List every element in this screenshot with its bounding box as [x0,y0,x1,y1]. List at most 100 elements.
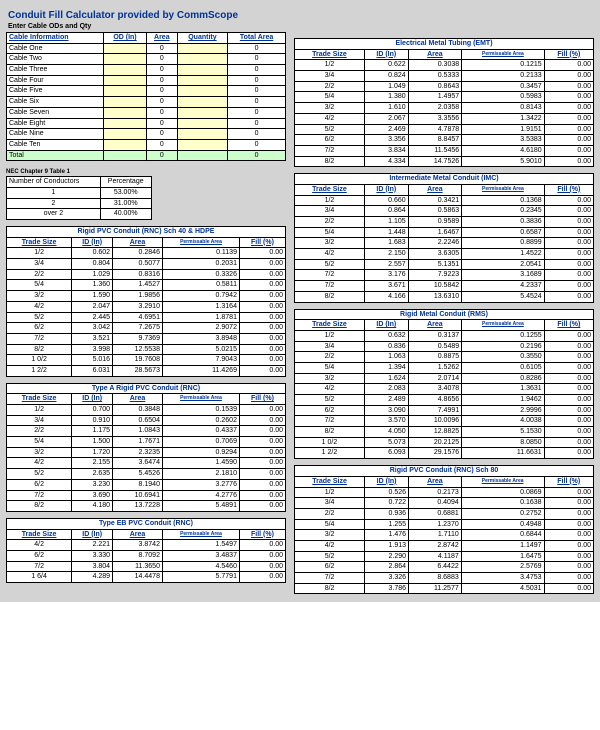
od-input[interactable] [104,129,147,140]
col-header: Area [113,394,163,405]
col-header: Permissable Area [462,184,545,195]
table-row: 6/23.3308.70923.48370.00 [7,550,286,561]
conduit-table: Type EB PVC Conduit (RNC)Trade SizeID (I… [6,518,286,583]
qty-input[interactable] [177,97,227,108]
table-row: 3/21.6242.07140.82860.00 [295,373,594,384]
od-input[interactable] [104,75,147,86]
table-row: 6/22.8646.44222.57690.00 [295,562,594,573]
table-row: 3/21.5901.98560.79420.00 [7,291,286,302]
table-row: 3/40.8360.54890.21960.00 [295,341,594,352]
table-row: 8/23.99812.55385.02150.00 [7,344,286,355]
cable-row: Cable Nine00 [7,129,286,140]
conduit-table: Electrical Metal Tubing (EMT)Trade SizeI… [294,38,594,167]
qty-input[interactable] [177,75,227,86]
table-row: 5/22.4894.86561.94620.00 [295,395,594,406]
od-input[interactable] [104,107,147,118]
col-header: ID (In) [364,49,408,60]
table-row: 4/21.9132.87421.14970.00 [295,540,594,551]
col-header: ID (In) [364,320,408,331]
conduit-table: Type A Rigid PVC Conduit (RNC)Trade Size… [6,383,286,512]
table-row: 3/21.7202.32350.92940.00 [7,447,286,458]
qty-input[interactable] [177,43,227,54]
table-row: 1/20.6320.31370.12550.00 [295,330,594,341]
enter-label: Enter Cable ODs and Qty [6,23,594,32]
qty-input[interactable] [177,139,227,150]
qty-input[interactable] [177,65,227,76]
col-header: Trade Size [295,49,365,60]
table-row: 7/23.67110.58424.23370.00 [295,281,594,292]
od-input[interactable] [104,65,147,76]
col-header: Permissable Area [162,237,239,248]
od-input[interactable] [104,139,147,150]
table-row: 8/24.18013.72285.48910.00 [7,501,286,512]
table-title: Rigid PVC Conduit (RNC) Sch 40 & HDPE [7,227,286,238]
col-header: Fill (%) [544,476,593,487]
page-title: Conduit Fill Calculator provided by Comm… [6,8,594,23]
qty-input[interactable] [177,107,227,118]
table-row: 1/20.6020.28460.11390.00 [7,248,286,259]
col-header: Fill (%) [544,184,593,195]
col-header: Permissable Area [462,49,545,60]
table-title: Intermediate Metal Conduit (IMC) [295,174,594,185]
table-title: Type A Rigid PVC Conduit (RNC) [7,383,286,394]
table-row: 5/22.2904.11871.64750.00 [295,551,594,562]
table-row: 7/23.3268.68833.47530.00 [295,573,594,584]
table-row: 4/22.2213.87421.54970.00 [7,540,286,551]
table-row: 3/40.8040.50770.20310.00 [7,259,286,270]
conduit-table: Rigid Metal Conduit (RMS)Trade SizeID (I… [294,309,594,460]
col-header: ID (In) [72,394,113,405]
col-header: Trade Size [295,184,365,195]
table-row: 1 2/26.09329.157611.66310.00 [295,448,594,459]
table-row: 1/20.5260.21730.08690.00 [295,487,594,498]
table-row: 2/21.0490.86430.34570.00 [295,81,594,92]
cable-col-0: Cable Information [7,33,104,44]
col-header: Fill (%) [239,237,285,248]
od-input[interactable] [104,54,147,65]
table-row: 6/23.3568.84573.53830.00 [295,135,594,146]
table-row: 1 0/25.07320.21258.08500.00 [295,437,594,448]
col-header: Area [408,184,461,195]
col-header: Fill (%) [239,529,285,540]
col-header: Fill (%) [544,320,593,331]
cable-row: Cable Four00 [7,75,286,86]
od-input[interactable] [104,86,147,97]
table-row: 7/23.1767.92233.16890.00 [295,270,594,281]
table-row: 7/23.83411.54564.61800.00 [295,145,594,156]
table-row: 7/23.5219.73693.89480.00 [7,333,286,344]
table-row: 3/21.6832.22460.88990.00 [295,238,594,249]
cable-total-row: Total00 [7,150,286,161]
table-row: 6/23.2308.19403.27760.00 [7,479,286,490]
table-row: 4/22.0473.29101.31640.00 [7,301,286,312]
col-header: Area [408,49,461,60]
od-input[interactable] [104,97,147,108]
conduit-table: Rigid PVC Conduit (RNC) Sch 40 & HDPETra… [6,226,286,377]
cable-row: Cable Five00 [7,86,286,97]
table-row: 5/22.4454.69511.87810.00 [7,312,286,323]
cable-row: Cable Eight00 [7,118,286,129]
nec-title: NEC Chapter 9 Table 1 [6,167,286,176]
col-header: Area [409,476,462,487]
qty-input[interactable] [177,86,227,97]
cable-col-1: OD (In) [104,33,147,44]
cable-row: Cable Ten00 [7,139,286,150]
col-header: ID (In) [72,529,113,540]
col-header: Fill (%) [544,49,593,60]
table-row: 5/41.4481.64670.65870.00 [295,227,594,238]
table-row: 1 0/25.01619.76087.90430.00 [7,355,286,366]
od-input[interactable] [104,118,147,129]
table-row: 7/23.80411.36504.54600.00 [7,561,286,572]
table-row: 5/41.5001.76710.70690.00 [7,437,286,448]
col-header: Trade Size [7,394,72,405]
od-input[interactable] [104,43,147,54]
table-row: 8/24.16613.63105.45240.00 [295,291,594,302]
qty-input[interactable] [177,129,227,140]
table-row: 5/41.3601.45270.58110.00 [7,280,286,291]
table-row: 3/40.8240.53330.21330.00 [295,71,594,82]
cable-col-4: Total Area [228,33,286,44]
qty-input[interactable] [177,54,227,65]
table-row: 1 6/44.28914.44785.77910.00 [7,572,286,583]
qty-input[interactable] [177,118,227,129]
table-row: 2/21.0290.83160.33260.00 [7,269,286,280]
col-header: Permissable Area [162,529,239,540]
table-row: 3/40.8640.58630.23450.00 [295,206,594,217]
